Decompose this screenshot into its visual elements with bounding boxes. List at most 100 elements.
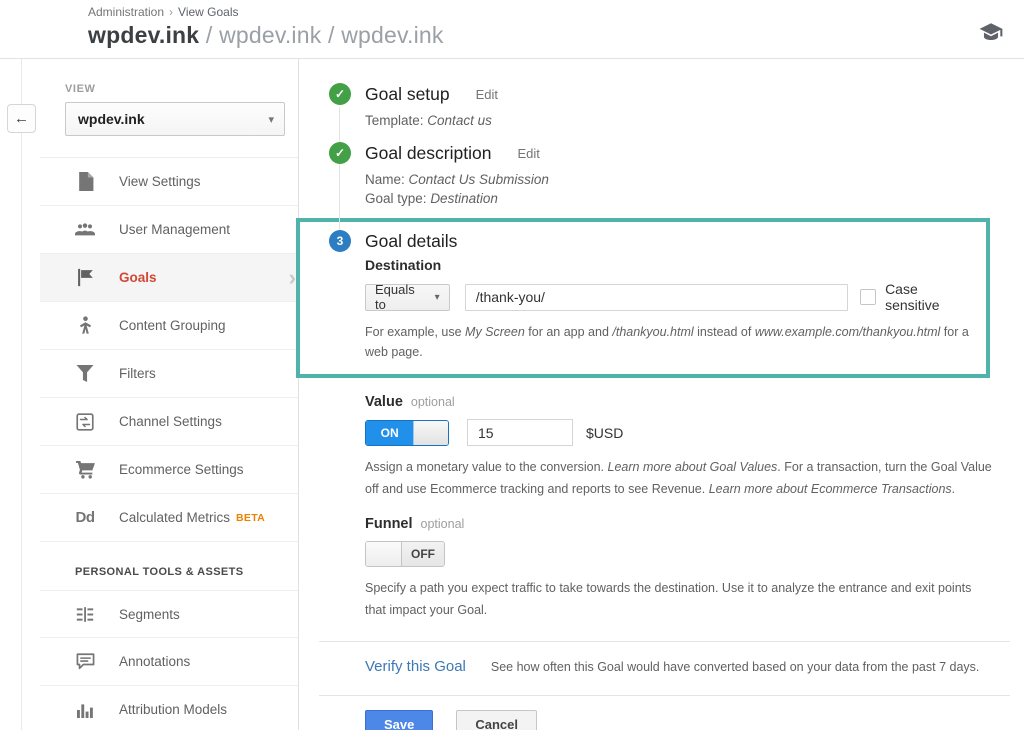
view-label: VIEW — [65, 83, 298, 95]
sidebar-item-label: Calculated Metrics — [119, 510, 230, 525]
sidebar-item-annotations[interactable]: Annotations — [40, 638, 298, 686]
goal-values-link[interactable]: Goal Values — [710, 460, 778, 474]
ga-admin-goal-screen: Administration › View Goals wpdev.ink / wp… — [0, 0, 1024, 730]
goal-setup-edit-link[interactable]: Edit — [476, 87, 498, 102]
view-selector-value: wpdev.ink — [78, 111, 268, 127]
destination-label: Destination — [365, 257, 974, 273]
sidebar-item-label: Annotations — [119, 654, 190, 669]
name-label: Name: — [365, 172, 405, 187]
view-selector[interactable]: wpdev.ink ▾ — [65, 102, 285, 136]
back-button[interactable]: ← — [7, 104, 36, 133]
step-goal-setup: ✓ Goal setup Edit — [329, 83, 1024, 105]
sidebar-item-label: Attribution Models — [119, 702, 227, 717]
goal-setup-title: Goal setup — [365, 84, 450, 105]
sidebar-item-attribution-models[interactable]: Attribution Models — [40, 686, 298, 730]
destination-help-text: For example, use My Screen for an app an… — [365, 322, 974, 362]
beta-badge: BETA — [236, 512, 265, 524]
breadcrumb-separator-icon: › — [169, 5, 173, 19]
funnel-toggle-knob — [366, 542, 402, 566]
step-goal-description: ✓ Goal description Edit — [329, 142, 1024, 164]
breadcrumb-administration[interactable]: Administration — [88, 5, 164, 19]
page-title-account: wpdev.ink — [88, 22, 199, 48]
goal-setup-summary: Template: Contact us — [365, 111, 1024, 130]
divider — [319, 641, 1010, 642]
value-optional-label: optional — [411, 395, 455, 409]
step1-check-icon: ✓ — [329, 83, 351, 105]
value-label: Value — [365, 394, 403, 410]
destination-row: Equals to ▾ Case sensitive — [365, 281, 974, 313]
caret-down-icon: ▾ — [435, 292, 440, 303]
sidebar-item-label: Ecommerce Settings — [119, 462, 244, 477]
flag-icon — [75, 268, 95, 288]
value-toggle-knob — [413, 421, 448, 445]
funnel-toggle-off-label: OFF — [402, 542, 444, 566]
rail-divider — [21, 59, 22, 730]
sidebar-item-content-grouping[interactable]: Content Grouping — [40, 302, 298, 350]
sidebar-nav: View Settings User Management Goals › — [40, 157, 298, 730]
case-sensitive-checkbox[interactable] — [860, 289, 876, 305]
sidebar-section-personal-tools: PERSONAL TOOLS & ASSETS — [40, 542, 298, 590]
match-type-dropdown[interactable]: Equals to ▾ — [365, 284, 450, 311]
sidebar-item-label: Content Grouping — [119, 318, 226, 333]
value-amount-input[interactable] — [467, 419, 573, 446]
sidebar-item-label: Goals — [119, 270, 157, 285]
caret-down-icon: ▾ — [268, 113, 274, 126]
sidebar-item-label: Filters — [119, 366, 156, 381]
chevron-right-icon: › — [289, 265, 296, 291]
step-connector-line — [339, 107, 340, 239]
sidebar-item-calculated-metrics[interactable]: Dd Calculated Metrics BETA — [40, 494, 298, 542]
breadcrumb-view-goals[interactable]: View Goals — [178, 5, 238, 19]
goal-description-summary: Name: Contact Us Submission Goal type: D… — [365, 170, 1024, 208]
value-help-text: Assign a monetary value to the conversio… — [365, 456, 1005, 500]
annotation-icon — [75, 652, 95, 672]
template-value: Contact us — [427, 113, 492, 128]
destination-url-input[interactable] — [465, 284, 848, 311]
graduation-cap-icon[interactable] — [978, 20, 1004, 46]
save-button[interactable]: Save — [365, 710, 433, 730]
sidebar-item-ecommerce-settings[interactable]: Ecommerce Settings — [40, 446, 298, 494]
segments-icon — [75, 604, 95, 624]
value-toggle[interactable]: ON — [365, 420, 449, 446]
page-title: wpdev.ink / wpdev.ink / wpdev.ink — [88, 22, 1024, 49]
verify-goal-link[interactable]: Verify this Goal — [365, 658, 466, 675]
goal-details-title: Goal details — [365, 231, 457, 252]
value-toggle-on-label: ON — [366, 421, 413, 445]
sidebar-item-view-settings[interactable]: View Settings — [40, 158, 298, 206]
sidebar-item-label: User Management — [119, 222, 230, 237]
case-sensitive-label: Case sensitive — [885, 281, 974, 313]
funnel-section: Funnel optional OFF Specify a path you e… — [365, 516, 1024, 621]
bar-chart-icon — [75, 700, 95, 720]
goal-description-title: Goal description — [365, 143, 491, 164]
step-goal-details: 3 Goal details — [329, 230, 974, 252]
goal-description-edit-link[interactable]: Edit — [517, 146, 539, 161]
name-value: Contact Us Submission — [409, 172, 549, 187]
person-icon — [75, 316, 95, 336]
left-rail: ← — [0, 59, 40, 730]
sidebar: VIEW wpdev.ink ▾ View Settings User Mana… — [40, 59, 299, 730]
back-arrow-icon: ← — [14, 110, 29, 127]
goal-details-highlight-box: 3 Goal details Destination Equals to ▾ C… — [296, 218, 990, 378]
ecommerce-transactions-link[interactable]: Ecommerce Transactions — [811, 482, 952, 496]
sidebar-item-segments[interactable]: Segments — [40, 590, 298, 638]
sidebar-item-label: View Settings — [119, 174, 201, 189]
goal-type-value: Destination — [430, 191, 498, 206]
step3-number: 3 — [329, 230, 351, 252]
divider — [319, 695, 1010, 696]
funnel-icon — [75, 364, 95, 384]
cancel-button[interactable]: Cancel — [456, 710, 537, 730]
funnel-help-text: Specify a path you expect traffic to tak… — [365, 577, 990, 621]
header: Administration › View Goals wpdev.ink / wp… — [0, 0, 1024, 59]
sidebar-item-label: Segments — [119, 607, 180, 622]
cart-icon — [75, 460, 95, 480]
verify-description: See how often this Goal would have conve… — [491, 660, 980, 674]
sidebar-item-label: Channel Settings — [119, 414, 222, 429]
sidebar-item-filters[interactable]: Filters — [40, 350, 298, 398]
dd-icon: Dd — [75, 508, 95, 528]
match-type-value: Equals to — [375, 282, 428, 312]
funnel-toggle[interactable]: OFF — [365, 541, 445, 567]
sidebar-item-user-management[interactable]: User Management — [40, 206, 298, 254]
users-icon — [75, 220, 95, 240]
sidebar-item-channel-settings[interactable]: Channel Settings — [40, 398, 298, 446]
sidebar-item-goals[interactable]: Goals › — [40, 254, 298, 302]
page-title-property-view: / wpdev.ink / wpdev.ink — [199, 22, 443, 48]
